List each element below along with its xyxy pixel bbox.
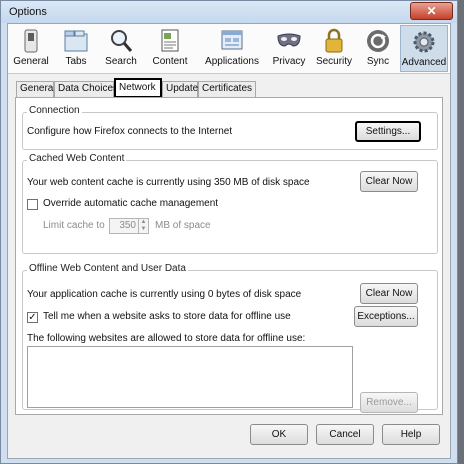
content-page-icon xyxy=(161,29,179,52)
pane-label: Sync xyxy=(366,56,390,67)
pane-label: Advanced xyxy=(401,57,447,68)
clear-cache-label: Clear Now xyxy=(365,176,413,187)
dialog-body: General Tabs Search Content Applications… xyxy=(7,23,451,459)
pane-label: General xyxy=(13,56,49,67)
pane-label: Security xyxy=(315,56,353,67)
mask-icon xyxy=(277,33,301,47)
pane-advanced[interactable]: Advanced xyxy=(400,25,448,72)
pane-tabs[interactable]: Tabs xyxy=(56,25,96,72)
cache-size-spinner[interactable]: 350 ▲ ▼ xyxy=(109,218,149,234)
spin-up-icon[interactable]: ▲ xyxy=(138,219,148,226)
cache-size-value: 350 xyxy=(119,220,136,231)
pane-label: Privacy xyxy=(272,56,306,67)
pane-security[interactable]: Security xyxy=(312,25,356,72)
pane-label: Applications xyxy=(205,56,259,67)
limit-cache-label: Limit cache to xyxy=(43,220,105,231)
clear-cache-button[interactable]: Clear Now xyxy=(360,171,418,192)
tab-data-choices[interactable]: Data Choices xyxy=(54,81,118,97)
pane-privacy[interactable]: Privacy xyxy=(268,25,310,72)
pane-content[interactable]: Content xyxy=(146,25,194,72)
override-cache-checkbox[interactable] xyxy=(27,199,38,210)
gear-icon xyxy=(413,31,435,53)
pane-label: Tabs xyxy=(65,56,87,67)
tell-me-label[interactable]: Tell me when a website asks to store dat… xyxy=(43,311,291,322)
connection-description: Configure how Firefox connects to the In… xyxy=(27,126,233,137)
clear-offline-button[interactable]: Clear Now xyxy=(360,283,418,304)
tell-me-checkbox[interactable]: ✓ xyxy=(27,312,38,323)
cache-status-text: Your web content cache is currently usin… xyxy=(27,177,310,188)
pane-label: Content xyxy=(152,56,188,67)
tab-network[interactable]: Network xyxy=(114,78,162,98)
padlock-icon xyxy=(325,28,343,53)
ok-button[interactable]: OK xyxy=(250,424,308,445)
remove-button[interactable]: Remove... xyxy=(360,392,418,413)
exceptions-button[interactable]: Exceptions... xyxy=(354,306,418,327)
tabs-icon xyxy=(64,30,88,52)
tab-general[interactable]: General xyxy=(16,81,56,97)
pane-general[interactable]: General xyxy=(10,25,52,72)
tab-update[interactable]: Update xyxy=(162,81,198,97)
pane-toolbar: General Tabs Search Content Applications… xyxy=(8,24,450,74)
pane-sync[interactable]: Sync xyxy=(360,25,396,72)
pane-label: Search xyxy=(105,56,137,67)
network-panel: Connection Configure how Firefox connect… xyxy=(15,97,443,415)
offline-sites-list[interactable] xyxy=(27,346,353,408)
connection-legend: Connection xyxy=(27,105,82,116)
cache-unit-label: MB of space xyxy=(155,220,211,231)
magnifier-icon xyxy=(111,30,133,52)
allowed-sites-label: The following websites are allowed to st… xyxy=(27,333,306,344)
window-title: Options xyxy=(9,6,47,18)
title-bar[interactable]: Options ✕ xyxy=(1,1,457,23)
offline-legend: Offline Web Content and User Data xyxy=(27,263,188,274)
pane-search[interactable]: Search xyxy=(100,25,142,72)
offline-data-group: Offline Web Content and User Data Your a… xyxy=(22,263,438,413)
offline-status-text: Your application cache is currently usin… xyxy=(27,289,302,300)
options-window: Options ✕ General Tabs Search Content Ap… xyxy=(0,0,458,464)
switch-icon xyxy=(24,29,38,53)
spin-down-icon[interactable]: ▼ xyxy=(138,226,148,233)
cancel-button[interactable]: Cancel xyxy=(316,424,374,445)
connection-group: Connection Configure how Firefox connect… xyxy=(22,105,438,150)
applications-icon xyxy=(221,30,243,50)
help-button[interactable]: Help xyxy=(382,424,440,445)
connection-settings-button[interactable]: Settings... xyxy=(355,121,421,142)
tab-certificates[interactable]: Certificates xyxy=(198,81,256,97)
pane-applications[interactable]: Applications xyxy=(198,25,266,72)
cached-content-group: Cached Web Content Your web content cach… xyxy=(22,153,438,254)
sync-icon xyxy=(367,30,389,52)
cache-legend: Cached Web Content xyxy=(27,153,127,164)
close-button[interactable]: ✕ xyxy=(410,2,453,20)
override-cache-label[interactable]: Override automatic cache management xyxy=(43,198,218,209)
